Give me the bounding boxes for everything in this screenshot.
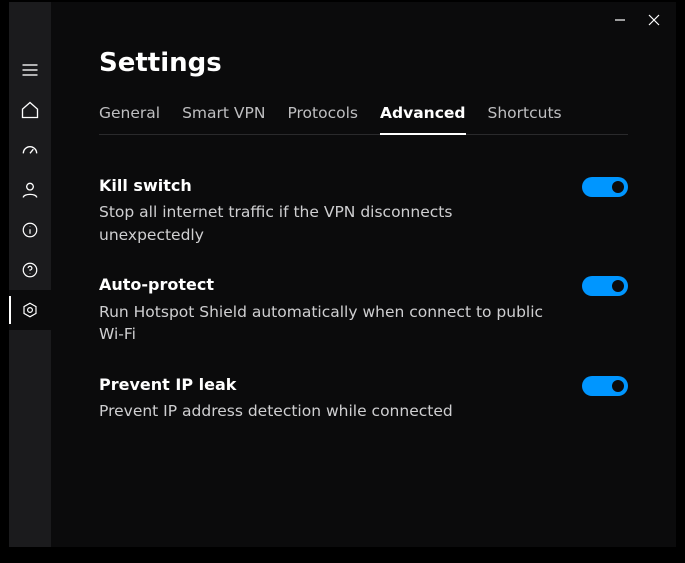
menu-button[interactable] — [9, 50, 51, 90]
option-text: Kill switch Stop all internet traffic if… — [99, 175, 582, 246]
option-title: Prevent IP leak — [99, 374, 562, 396]
home-icon — [20, 100, 40, 120]
sidebar-item-info[interactable] — [9, 210, 51, 250]
option-kill-switch: Kill switch Stop all internet traffic if… — [99, 175, 628, 246]
help-icon — [21, 261, 39, 279]
option-text: Auto-protect Run Hotspot Shield automati… — [99, 274, 582, 345]
tab-advanced[interactable]: Advanced — [380, 104, 466, 134]
options-list: Kill switch Stop all internet traffic if… — [99, 135, 628, 423]
option-auto-protect: Auto-protect Run Hotspot Shield automati… — [99, 274, 628, 345]
tabs: General Smart VPN Protocols Advanced Sho… — [99, 104, 628, 135]
settings-hex-icon — [21, 301, 39, 319]
page-title: Settings — [99, 48, 628, 78]
gauge-icon — [20, 140, 40, 160]
sidebar-item-account[interactable] — [9, 170, 51, 210]
option-desc: Run Hotspot Shield automatically when co… — [99, 301, 562, 346]
sidebar — [9, 2, 51, 547]
close-button[interactable] — [638, 6, 670, 34]
tab-smart-vpn[interactable]: Smart VPN — [182, 104, 265, 134]
sidebar-item-help[interactable] — [9, 250, 51, 290]
sidebar-item-settings[interactable] — [9, 290, 51, 330]
info-icon — [21, 221, 39, 239]
app-window: Settings General Smart VPN Protocols Adv… — [9, 2, 676, 547]
toggle-kill-switch[interactable] — [582, 177, 628, 197]
option-title: Auto-protect — [99, 274, 562, 296]
hamburger-icon — [20, 60, 40, 80]
minimize-button[interactable] — [604, 6, 636, 34]
tab-protocols[interactable]: Protocols — [287, 104, 358, 134]
tab-shortcuts[interactable]: Shortcuts — [488, 104, 562, 134]
toggle-auto-protect[interactable] — [582, 276, 628, 296]
option-title: Kill switch — [99, 175, 562, 197]
main-panel: Settings General Smart VPN Protocols Adv… — [51, 2, 676, 547]
option-prevent-ip-leak: Prevent IP leak Prevent IP address detec… — [99, 374, 628, 423]
toggle-prevent-ip-leak[interactable] — [582, 376, 628, 396]
tab-general[interactable]: General — [99, 104, 160, 134]
option-desc: Prevent IP address detection while conne… — [99, 400, 562, 422]
sidebar-item-speed[interactable] — [9, 130, 51, 170]
window-controls — [604, 2, 676, 38]
option-desc: Stop all internet traffic if the VPN dis… — [99, 201, 562, 246]
minimize-icon — [614, 14, 626, 26]
user-icon — [20, 180, 40, 200]
option-text: Prevent IP leak Prevent IP address detec… — [99, 374, 582, 423]
settings-content: Settings General Smart VPN Protocols Adv… — [51, 2, 676, 423]
close-icon — [648, 14, 660, 26]
sidebar-item-home[interactable] — [9, 90, 51, 130]
